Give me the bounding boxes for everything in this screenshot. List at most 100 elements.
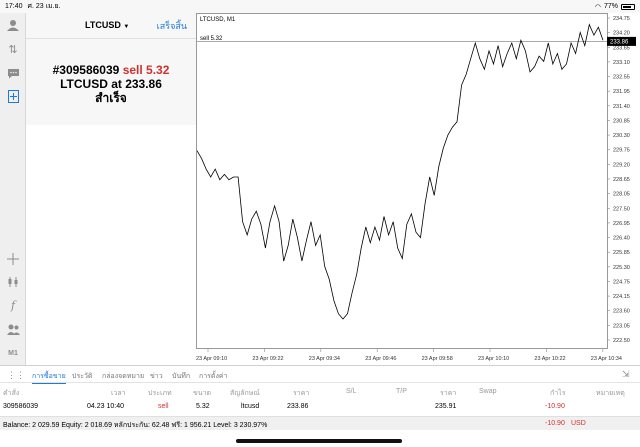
chart-svg: 234.75 234.20 233.65 233.10 232.55 231.95 231.… [196,13,636,362]
x-tick-label: 23 Apr 09:58 [422,356,453,362]
y-tick-label: 234.20 [613,31,630,37]
y-tick-label: 224.75 [613,279,630,285]
order-result-panel: LTCUSD ▼ เสร็จสิ้น #309586039 sell 5.32 … [26,13,196,125]
x-tick-label: 23 Apr 10:22 [534,356,565,362]
tab-news[interactable]: ข่าว [150,371,163,382]
plot-frame [196,13,608,349]
y-tick-label: 226.95 [613,221,630,227]
profit-currency: USD [571,420,586,427]
y-tick-label: 234.75 [613,16,630,22]
tab-history[interactable]: ประวัติ [72,371,92,382]
row-price: 233.86 [287,403,309,410]
y-tick-label: 225.85 [613,250,630,256]
terminal-tab-bar: การซื้อขาย ประวัติ กล่องจดหมาย ข่าว บันท… [0,365,640,384]
chat-icon[interactable] [5,65,21,81]
done-button[interactable]: เสร็จสิ้น [157,19,187,33]
x-tick-label: 23 Apr 10:34 [591,356,622,362]
y-tick-label: 230.85 [613,118,630,124]
ticket-number: #309586039 [52,63,120,77]
current-price-label: 233.86 [610,39,629,45]
x-axis: 23 Apr 09:10 23 Apr 09:22 23 Apr 09:34 23 A… [196,349,622,362]
col-comment: หมายเหตุ [596,390,625,397]
y-tick-label: 224.15 [613,294,630,300]
tab-trade[interactable]: การซื้อขาย [32,371,66,384]
ticket-sell-volume: sell 5.32 [122,63,170,77]
y-tick-label: 229.75 [613,148,630,154]
y-axis: 234.75 234.20 233.65 233.10 232.55 231.95 231.… [607,16,630,344]
col-tp: T/P [396,388,407,395]
col-profit: กำไร [550,390,566,397]
battery-percent: 77% [603,3,618,10]
row-time: 04.23 10:40 [87,403,124,410]
col-type: ประเภท [148,390,172,397]
y-tick-label: 230.30 [613,133,630,139]
col-symbol: สัญลักษณ์ [230,390,260,397]
price-line-series [196,23,604,320]
tab-settings[interactable]: การตั้งค่า [199,371,228,382]
candlestick-icon[interactable] [5,274,21,290]
y-tick-label: 226.40 [613,236,630,242]
balance-bar: Balance: 2 029.59 Equity: 2 018.69 หลักป… [0,416,640,430]
row-order: 309586039 [3,403,39,410]
crosshair-icon[interactable] [5,251,21,267]
wifi-icon: ◠ [594,3,601,11]
y-tick-label: 233.10 [613,60,630,66]
order-header: LTCUSD ▼ เสร็จสิ้น [26,13,196,39]
symbol-selector[interactable]: LTCUSD ▼ [85,20,129,30]
x-tick-label: 23 Apr 09:22 [252,356,283,362]
row-size: 5.32 [196,403,210,410]
x-tick-label: 23 Apr 10:10 [478,356,509,362]
y-tick-label: 228.65 [613,177,630,183]
order-status: สำเร็จ [95,91,127,105]
chevron-down-icon: ▼ [123,24,130,30]
panel-blank-area [26,125,196,365]
price-chart[interactable]: 234.75 234.20 233.65 233.10 232.55 231.95 231.… [196,13,640,365]
y-tick-label: 232.55 [613,75,630,81]
y-tick-label: 231.95 [613,89,630,95]
user-icon[interactable] [5,17,21,33]
col-swap: Swap [479,388,497,395]
y-tick-label: 231.40 [613,104,630,110]
tab-mailbox[interactable]: กล่องจดหมาย [102,371,144,382]
indicator-f-icon[interactable]: f [5,297,21,313]
total-profit: -10.90 [545,420,565,427]
battery-icon [621,3,635,10]
col-order: คำสั่ง [3,390,20,397]
y-tick-label: 223.05 [613,323,630,329]
col-price: ราคา [293,390,310,397]
status-bar: 17:40 ศ. 23 เม.ย. ◠ 77% [0,0,640,13]
y-tick-label: 223.60 [613,309,630,315]
col-time: เวลา [111,390,126,397]
objects-icon[interactable] [5,321,21,337]
row-profit: -10.90 [545,403,565,410]
y-tick-label: 229.20 [613,162,630,168]
left-rail: ⇅ f M1 [0,13,26,365]
order-result-body: #309586039 sell 5.32 LTCUSD at 233.86 สำ… [26,39,196,105]
x-tick-label: 23 Apr 09:10 [196,356,227,362]
table-header: คำสั่ง เวลา ประเภท ขนาด สัญลักษณ์ ราคา S… [0,384,640,399]
new-order-icon[interactable] [5,88,21,104]
y-tick-label: 233.65 [613,45,630,51]
y-tick-label: 227.50 [613,206,630,212]
y-tick-label: 222.50 [613,338,630,344]
col-current-price: ราคา [440,390,457,397]
row-type: sell [158,403,169,410]
home-indicator [236,439,402,443]
trade-arrows-icon[interactable]: ⇅ [5,41,21,57]
y-tick-label: 225.30 [613,265,630,271]
table-row[interactable]: 309586039 04.23 10:40 sell 5.32 ltcusd 2… [0,399,640,415]
balance-summary: Balance: 2 029.59 Equity: 2 018.69 หลักป… [3,422,268,429]
grid-menu-icon[interactable]: ⋮⋮ [7,370,25,381]
row-symbol: ltcusd [241,403,260,410]
x-tick-label: 23 Apr 09:46 [365,356,396,362]
col-sl: S/L [346,388,357,395]
x-tick-label: 23 Apr 09:34 [309,356,340,362]
tab-journal[interactable]: บันทึก [172,371,190,382]
trade-line-label: sell 5.32 [200,36,223,42]
status-time: 17:40 [5,3,23,10]
expand-panel-icon[interactable]: ⇲ [622,369,630,380]
timeframe-m1-button[interactable]: M1 [5,345,21,361]
chart-symbol-label: LTCUSD, M1 [200,17,236,23]
y-tick-label: 228.05 [613,192,630,198]
row-current-price: 235.91 [435,403,457,410]
